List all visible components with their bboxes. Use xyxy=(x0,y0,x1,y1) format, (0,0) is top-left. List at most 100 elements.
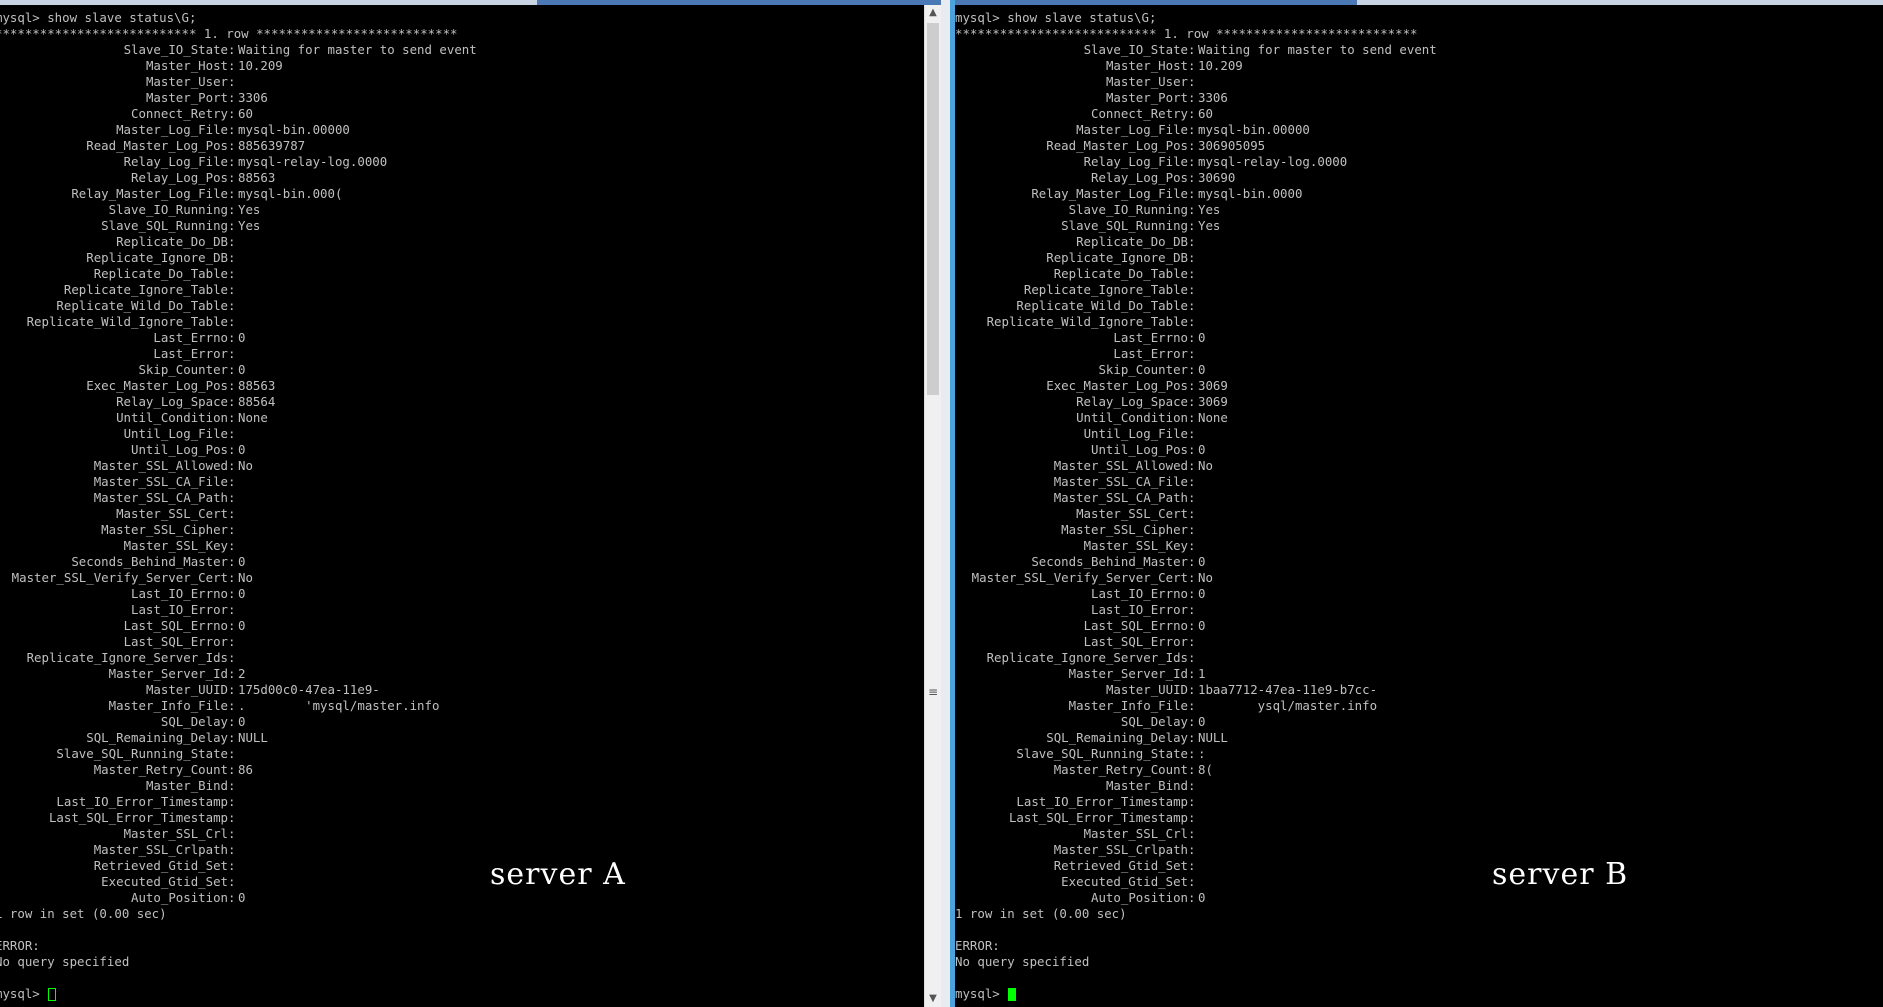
field-value: None xyxy=(1198,410,1228,425)
text-cursor xyxy=(47,987,56,1001)
field-name: SQL_Remaining_Delay xyxy=(1046,730,1188,745)
field-separator: : xyxy=(1188,186,1196,201)
field-separator: : xyxy=(1188,250,1196,265)
field-name: Auto_Position xyxy=(131,890,228,905)
status-field-row: Executed_Gtid_Set: xyxy=(955,874,1883,890)
field-separator: : xyxy=(1188,330,1196,345)
field-name: Replicate_Ignore_Table xyxy=(1023,282,1188,297)
status-field-row: Last_Errno:0 xyxy=(0,330,924,346)
field-name: Exec_Master_Log_Pos xyxy=(86,378,228,393)
field-name: Replicate_Ignore_DB xyxy=(1046,250,1188,265)
field-separator: : xyxy=(228,138,236,153)
vertical-scrollbar[interactable]: ▲ ≡ ▼ xyxy=(924,5,941,1007)
field-separator: : xyxy=(228,202,236,217)
status-field-row: Skip_Counter:0 xyxy=(955,362,1883,378)
field-value: 30690 xyxy=(1198,170,1236,185)
field-separator: : xyxy=(1188,602,1196,617)
field-name: Last_Error xyxy=(1113,346,1188,361)
field-value: 8( xyxy=(1198,762,1213,777)
field-name: Executed_Gtid_Set xyxy=(101,874,228,889)
field-separator: : xyxy=(228,42,236,57)
field-name: Last_SQL_Errno xyxy=(123,618,228,633)
field-separator: : xyxy=(228,890,236,905)
field-name: Master_SSL_Crl xyxy=(1083,826,1188,841)
status-field-row: Slave_IO_Running: Yes xyxy=(955,202,1883,218)
terminal-pane-server-b[interactable]: mysql> show slave status\G; ************… xyxy=(955,5,1883,1007)
field-separator: : xyxy=(228,730,236,745)
field-separator: : xyxy=(228,682,236,697)
field-value: 0 xyxy=(1198,554,1206,569)
field-value: 0 xyxy=(1198,890,1206,905)
field-value: mysql-bin.00000 xyxy=(238,122,350,137)
status-field-row: Relay_Log_Space:88564 xyxy=(0,394,924,410)
field-value: ysql/master.info xyxy=(1198,698,1378,713)
field-separator: : xyxy=(1188,698,1196,713)
field-value: . 'mysql/master.info xyxy=(238,698,440,713)
field-separator: : xyxy=(228,762,236,777)
field-separator: : xyxy=(228,538,236,553)
status-field-row: Slave_SQL_Running_State:: xyxy=(955,746,1883,762)
server-label: server B xyxy=(1492,857,1629,892)
field-value: 86 xyxy=(238,762,253,777)
field-separator: : xyxy=(1188,650,1196,665)
error-label: ERROR: xyxy=(955,938,1000,953)
field-name: Master_UUID xyxy=(145,682,228,697)
terminal-output-server-b: mysql> show slave status\G; ************… xyxy=(955,10,1883,1002)
status-field-row: Master_UUID:175d00c0-47ea-11e9- xyxy=(0,682,924,698)
field-separator: : xyxy=(228,842,236,857)
field-separator: : xyxy=(228,170,236,185)
field-separator: : xyxy=(228,394,236,409)
field-separator: : xyxy=(228,778,236,793)
field-name: Master_Host xyxy=(1105,58,1188,73)
status-field-row: Master_SSL_Crl: xyxy=(0,826,924,842)
field-value: No xyxy=(1198,570,1213,585)
prompt-line[interactable]: mysql> xyxy=(955,986,1883,1002)
chevron-down-icon[interactable]: ▼ xyxy=(925,991,941,1007)
field-value: 0 xyxy=(1198,330,1206,345)
field-separator: : xyxy=(1188,42,1196,57)
field-name: Relay_Log_Space xyxy=(1076,394,1188,409)
status-field-row: Last_SQL_Error_Timestamp: xyxy=(955,810,1883,826)
pane-divider[interactable] xyxy=(941,0,955,1007)
field-value: 0 xyxy=(238,362,246,377)
field-value: 0 xyxy=(238,586,246,601)
chevron-up-icon[interactable]: ▲ xyxy=(925,5,941,21)
status-field-row: Last_IO_Errno:0 xyxy=(0,586,924,602)
status-field-row: Relay_Master_Log_File: mysql-bin.000( xyxy=(0,186,924,202)
terminal-pane-server-a[interactable]: mysql> show slave status\G; ************… xyxy=(0,5,924,1007)
field-value: 306905095 xyxy=(1198,138,1266,153)
field-separator: : xyxy=(228,58,236,73)
status-field-row: Auto_Position:0 xyxy=(0,890,924,906)
field-separator: : xyxy=(1188,618,1196,633)
grip-icon[interactable]: ≡ xyxy=(925,685,941,699)
field-name: Master_Retry_Count xyxy=(1053,762,1188,777)
field-separator: : xyxy=(1188,570,1196,585)
status-field-row: Slave_SQL_Running: Yes xyxy=(955,218,1883,234)
field-separator: : xyxy=(1188,842,1196,857)
field-name: Last_IO_Errno xyxy=(131,586,228,601)
status-field-row: Last_Error: xyxy=(955,346,1883,362)
field-value: 88563 xyxy=(238,170,276,185)
status-field-row: Master_SSL_Crlpath: xyxy=(0,842,924,858)
prompt-line[interactable]: mysql> xyxy=(0,986,924,1002)
field-separator: : xyxy=(1188,362,1196,377)
field-separator: : xyxy=(228,458,236,473)
field-name: Last_IO_Error_Timestamp xyxy=(1016,794,1188,809)
field-name: Master_SSL_Cert xyxy=(1076,506,1188,521)
status-field-row: Until_Log_Pos:0 xyxy=(955,442,1883,458)
field-name: Connect_Retry xyxy=(1091,106,1188,121)
field-value: Yes xyxy=(1198,218,1221,233)
field-name: Relay_Log_Pos xyxy=(131,170,228,185)
field-name: Master_SSL_Allowed xyxy=(93,458,228,473)
field-value: 0 xyxy=(238,442,246,457)
field-value: Yes xyxy=(238,218,261,233)
scrollbar-thumb[interactable] xyxy=(927,23,939,395)
status-field-row: Replicate_Wild_Do_Table: xyxy=(955,298,1883,314)
status-field-row: Master_Log_File: mysql-bin.00000 xyxy=(0,122,924,138)
status-field-row: Master_SSL_Cert: xyxy=(0,506,924,522)
field-separator: : xyxy=(1188,490,1196,505)
status-field-row: Master_SSL_CA_File: xyxy=(0,474,924,490)
status-field-row: Replicate_Do_DB: xyxy=(955,234,1883,250)
field-separator: : xyxy=(228,602,236,617)
field-separator: : xyxy=(228,74,236,89)
